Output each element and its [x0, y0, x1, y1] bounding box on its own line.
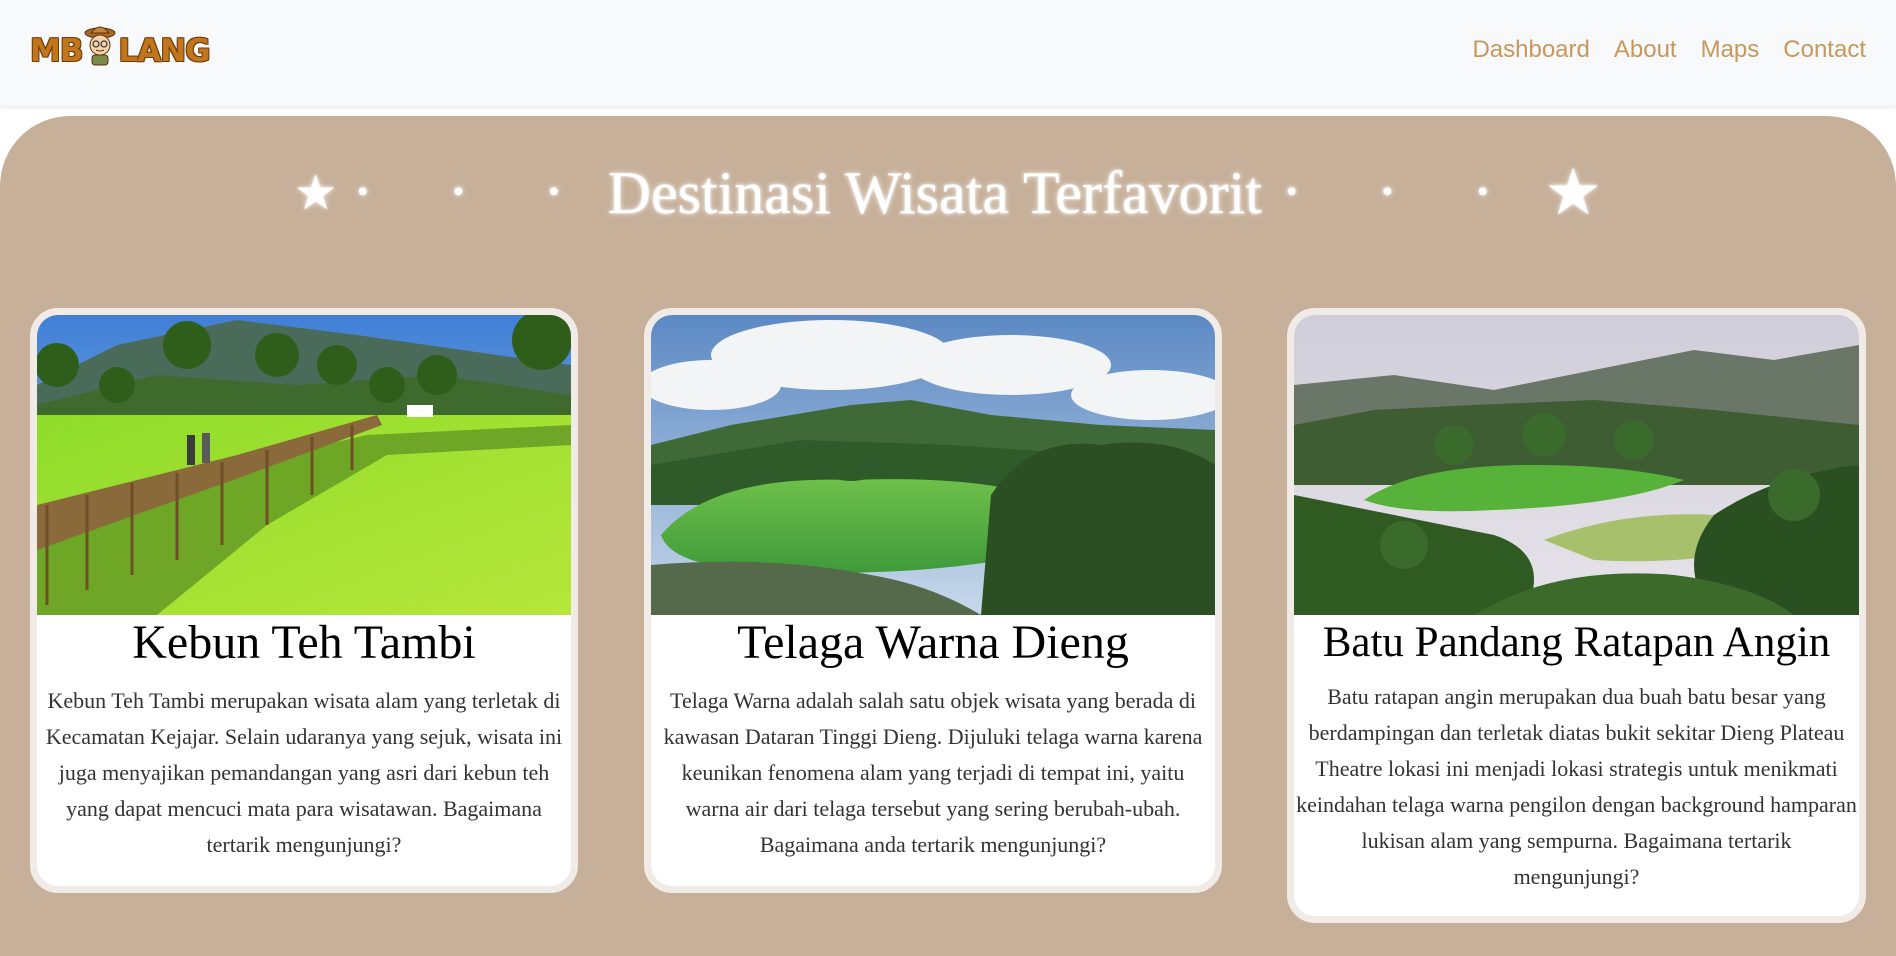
- star-icon: ★: [294, 165, 338, 221]
- lake-image: [651, 315, 1215, 615]
- section-heading: ★ • • • Destinasi Wisata Terfavorit • • …: [0, 156, 1896, 230]
- card-title: Kebun Teh Tambi: [132, 616, 476, 669]
- destination-card-batu-pandang-ratapan-angin[interactable]: Batu Pandang Ratapan Angin Batu ratapan …: [1287, 308, 1866, 923]
- card-description: Telaga Warna adalah salah satu objek wis…: [663, 688, 1203, 857]
- nav-links: Dashboard About Maps Contact: [1472, 36, 1866, 64]
- star-icon: ★: [1544, 156, 1602, 230]
- card-title: Telaga Warna Dieng: [737, 616, 1129, 669]
- tea-plantation-image: [37, 315, 571, 615]
- card-title: Batu Pandang Ratapan Angin: [1322, 619, 1831, 666]
- card-description: Batu ratapan angin merupakan dua buah ba…: [1296, 684, 1857, 889]
- nav-link-contact[interactable]: Contact: [1783, 36, 1866, 64]
- destination-card-kebun-teh-tambi[interactable]: Kebun Teh Tambi Kebun Teh Tambi merupaka…: [30, 308, 578, 893]
- nav-link-dashboard[interactable]: Dashboard: [1472, 36, 1589, 64]
- nav-link-maps[interactable]: Maps: [1701, 36, 1760, 64]
- dots-decoration: • • •: [355, 178, 598, 208]
- explorer-mascot-icon: [84, 26, 116, 66]
- dots-decoration: • • •: [1283, 178, 1527, 208]
- nav-link-about[interactable]: About: [1614, 36, 1677, 64]
- card-description: Kebun Teh Tambi merupakan wisata alam ya…: [45, 688, 563, 857]
- logo-wordmark: MB LANG: [30, 26, 211, 72]
- navbar: MB LANG Dashboard About Maps Contact: [0, 0, 1896, 106]
- mbolang-logo[interactable]: MB LANG: [30, 26, 235, 76]
- destination-card-telaga-warna-dieng[interactable]: Telaga Warna Dieng Telaga Warna adalah s…: [644, 308, 1222, 893]
- viewpoint-image: [1294, 315, 1859, 615]
- section-title: Destinasi Wisata Terfavorit: [607, 159, 1262, 226]
